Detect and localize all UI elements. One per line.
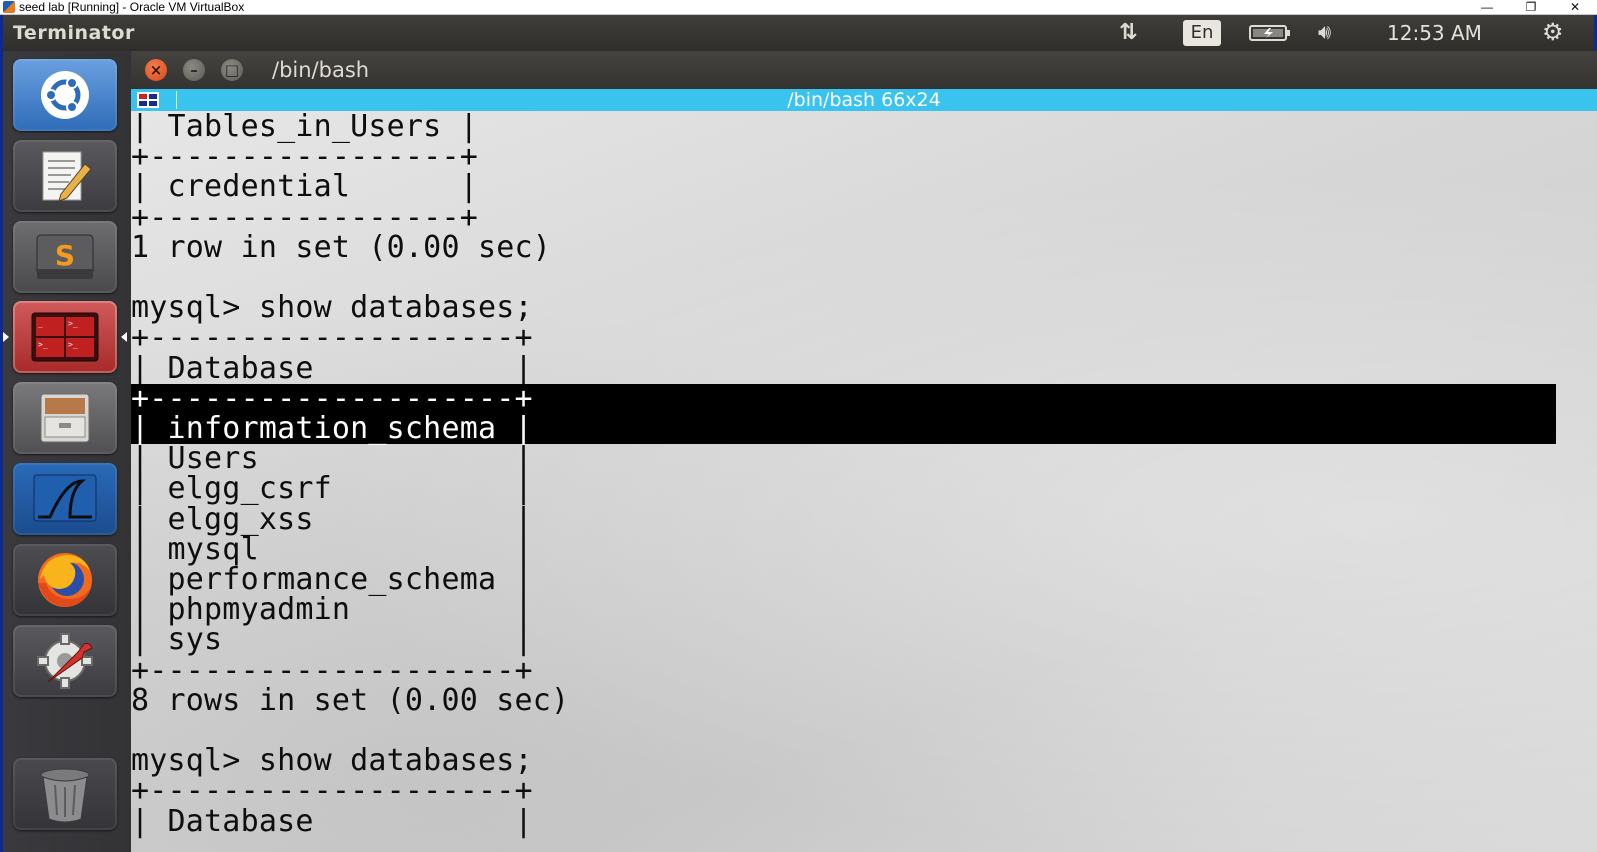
svg-text:S: S	[55, 239, 75, 272]
keyboard-layout-indicator[interactable]: En	[1183, 20, 1221, 46]
terminator-icon: _ >_ >_ >_	[31, 312, 99, 362]
launcher-dash-home[interactable]	[13, 59, 117, 131]
terminal-line: | mysql |	[131, 531, 533, 567]
window-close-button[interactable]: ×	[145, 59, 167, 81]
terminal-line: mysql> show databases;	[131, 290, 533, 326]
launcher-text-editor[interactable]	[13, 140, 117, 212]
active-app-name: Terminator	[13, 22, 135, 44]
text-editor-icon	[42, 151, 92, 202]
terminal-line: | credential |	[131, 169, 478, 205]
launcher-sublime-text[interactable]: S	[13, 221, 117, 293]
window-minimize-button[interactable]: –	[183, 59, 205, 81]
virtualbox-icon	[3, 1, 15, 13]
terminator-window: × – □ /bin/bash /bin/bash 66x24 | Tables…	[131, 51, 1597, 852]
terminal-line: +-----------------+	[131, 199, 478, 235]
host-window-titlebar: seed lab [Running] - Oracle VM VirtualBo…	[0, 0, 1597, 15]
wireshark-fin-icon	[33, 474, 97, 522]
launcher-firefox[interactable]	[13, 544, 117, 616]
file-cabinet-icon	[40, 393, 90, 443]
terminal-line: | elgg_csrf |	[131, 471, 533, 507]
terminal-titlebar-separator	[176, 91, 177, 109]
terminal-line: | information_schema |	[131, 414, 1556, 444]
volume-icon[interactable]: 🔊︎	[1318, 20, 1331, 44]
launcher-terminator[interactable]: _ >_ >_ >_	[13, 301, 117, 373]
launcher-system-settings[interactable]	[13, 625, 117, 697]
terminal-line: | performance_schema |	[131, 562, 533, 597]
launcher-wireshark[interactable]	[13, 463, 117, 535]
window-titlebar[interactable]: × – □ /bin/bash	[131, 51, 1597, 89]
terminal-line: +--------------------+	[131, 773, 533, 809]
host-window-title: seed lab [Running] - Oracle VM VirtualBo…	[19, 0, 245, 14]
host-close-button[interactable]: ✕	[1553, 0, 1597, 14]
terminal-line: | Database |	[131, 803, 533, 839]
terminal-line: | Tables_in_Users |	[131, 111, 478, 144]
host-minimize-button[interactable]: —	[1465, 0, 1509, 14]
terminal-line: mysql> show databases;	[131, 743, 533, 779]
launcher: S _ >_ >_ >_	[3, 51, 132, 852]
terminal-line: | sys |	[131, 622, 533, 658]
terminal-output[interactable]: | Tables_in_Users | +-----------------+ | …	[131, 111, 1597, 852]
clock[interactable]: 12:53 AM	[1387, 21, 1482, 45]
ubuntu-logo-icon	[41, 71, 89, 119]
launcher-files[interactable]	[13, 382, 117, 454]
terminal-line: +-----------------+	[131, 139, 478, 175]
window-title: /bin/bash	[272, 58, 370, 82]
power-gear-icon[interactable]: ⚙	[1542, 18, 1564, 46]
terminal-line: | phpmyadmin |	[131, 592, 533, 628]
terminal-line: +--------------------+	[131, 652, 533, 688]
svg-text:_: _	[38, 319, 43, 328]
terminal-line: | Users |	[131, 441, 533, 477]
svg-text:>_: >_	[68, 319, 78, 328]
terminal-line: 1 row in set (0.00 sec)	[131, 229, 552, 265]
window-maximize-button[interactable]: □	[221, 59, 243, 81]
terminal-titlebar[interactable]: /bin/bash 66x24	[131, 89, 1597, 111]
terminal-line: +--------------------+	[131, 383, 1556, 414]
host-restore-button[interactable]: ❐	[1509, 0, 1553, 14]
trash-icon	[40, 768, 90, 823]
terminal-line: 8 rows in set (0.00 sec)	[131, 682, 570, 718]
launcher-trash[interactable]	[13, 758, 117, 830]
terminal-grid-icon[interactable]	[137, 92, 159, 108]
terminal-line: | elgg_xss |	[131, 501, 533, 537]
terminal-line: | Database |	[131, 350, 533, 386]
top-panel: Terminator ⇅ En 🔊︎ 12:53 AM ⚙	[3, 15, 1594, 51]
svg-text:>_: >_	[38, 340, 48, 349]
terminal-title: /bin/bash 66x24	[787, 89, 941, 111]
terminal-line: +--------------------+	[131, 320, 533, 356]
launcher-active-indicator-right	[121, 332, 127, 342]
sublime-s-icon: S	[36, 234, 94, 279]
settings-wrench-icon	[37, 633, 93, 689]
battery-icon[interactable]	[1249, 25, 1291, 41]
launcher-active-indicator-left	[3, 332, 9, 342]
svg-text:>_: >_	[68, 340, 78, 349]
network-transfer-icon[interactable]: ⇅	[1119, 20, 1137, 45]
firefox-icon	[38, 553, 92, 607]
